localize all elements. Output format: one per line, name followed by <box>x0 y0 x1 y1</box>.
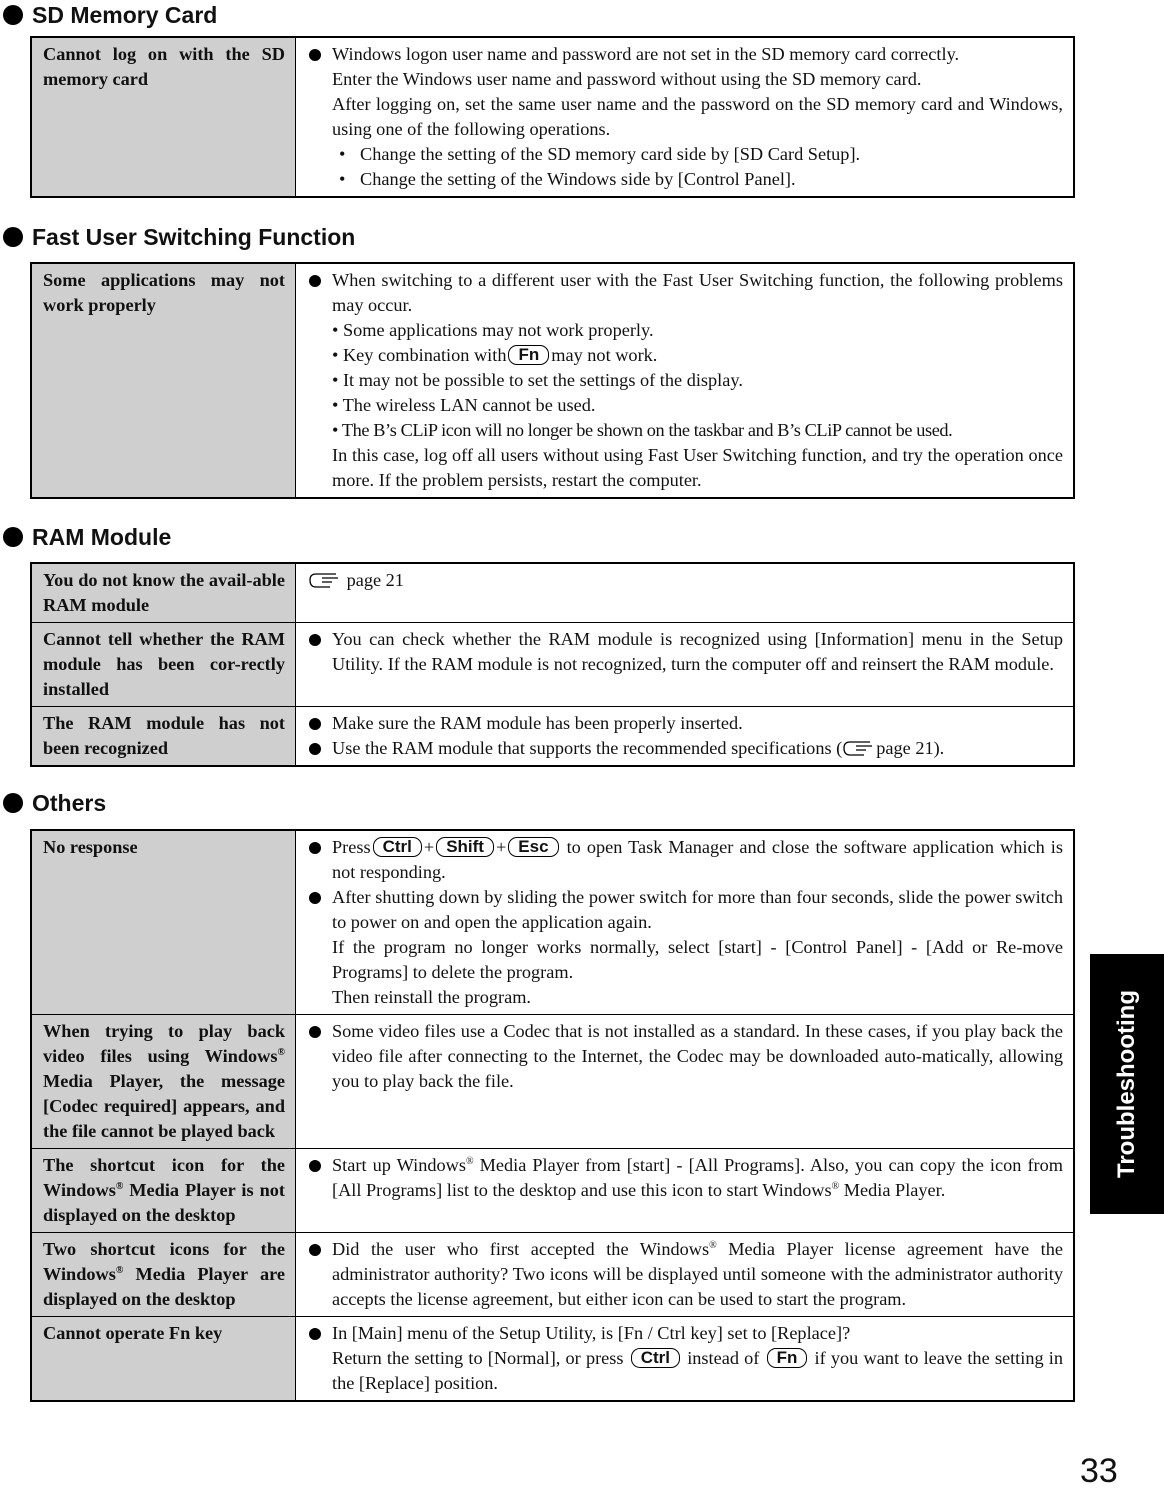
table-row: The RAM module has not been recognized M… <box>30 706 1075 767</box>
solution-cell: Did the user who first accepted the Wind… <box>295 1232 1075 1317</box>
fast-user-switching-table: Some applications may not work properly … <box>30 262 1075 499</box>
pointing-hand-icon <box>843 741 873 756</box>
table-row: Cannot operate Fn key In [Main] menu of … <box>30 1316 1075 1402</box>
section-title: Fast User Switching Function <box>0 222 1076 252</box>
table-row: Two shortcut icons for the Windows® Medi… <box>30 1232 1075 1317</box>
section-title: RAM Module <box>0 522 1076 552</box>
others-table: No response Press Ctrl + Shift + Esc to open … <box>30 829 1075 1402</box>
problem-cell: Cannot log on with the SD memory card <box>30 36 296 198</box>
fn-key-icon: Fn <box>508 345 550 365</box>
problem-cell: Cannot operate Fn key <box>30 1316 296 1402</box>
section-sd-memory-card: SD Memory Card <box>0 0 1076 30</box>
ram-module-table: You do not know the avail-able RAM modul… <box>30 562 1075 767</box>
table-row: Some applications may not work properly … <box>30 262 1075 499</box>
solution-cell: Start up Windows® Media Player from [sta… <box>295 1148 1075 1233</box>
solution-cell: In [Main] menu of the Setup Utility, is … <box>295 1316 1075 1402</box>
bullet-icon <box>309 275 321 287</box>
solution-cell: Some video files use a Codec that is not… <box>295 1014 1075 1149</box>
table-row: No response Press Ctrl + Shift + Esc to open … <box>30 829 1075 1015</box>
table-row: When trying to play back video files usi… <box>30 1014 1075 1149</box>
solution-cell: When switching to a different user with … <box>295 262 1075 499</box>
section-bullet-icon <box>3 527 23 547</box>
section-ram-module: RAM Module <box>0 522 1076 552</box>
shift-key-icon: Shift <box>436 837 494 857</box>
section-title: SD Memory Card <box>0 0 1076 30</box>
section-bullet-icon <box>3 227 23 247</box>
table-row: Cannot log on with the SD memory card Wi… <box>30 36 1075 198</box>
ctrl-key-icon: Ctrl <box>372 837 422 857</box>
bullet-icon <box>309 743 321 755</box>
problem-cell: Two shortcut icons for the Windows® Medi… <box>30 1232 296 1317</box>
problem-cell: When trying to play back video files usi… <box>30 1014 296 1149</box>
bullet-icon <box>309 892 321 904</box>
problem-cell: The RAM module has not been recognized <box>30 706 296 767</box>
solution-cell: Make sure the RAM module has been proper… <box>295 706 1075 767</box>
page-number: 33 <box>1080 1452 1118 1490</box>
problem-cell: Cannot tell whether the RAM module has b… <box>30 622 296 707</box>
side-tab-troubleshooting: Troubleshooting <box>1090 954 1164 1214</box>
problem-cell: No response <box>30 829 296 1015</box>
section-fast-user-switching: Fast User Switching Function <box>0 222 1076 252</box>
bullet-icon <box>309 634 321 646</box>
ctrl-key-icon: Ctrl <box>630 1348 680 1368</box>
problem-cell: Some applications may not work properly <box>30 262 296 499</box>
table-row: The shortcut icon for the Windows® Media… <box>30 1148 1075 1233</box>
section-others: Others <box>0 788 1076 818</box>
solution-cell: Windows logon user name and password are… <box>295 36 1075 198</box>
solution-cell: You can check whether the RAM module is … <box>295 622 1075 707</box>
table-row: You do not know the avail-able RAM modul… <box>30 562 1075 623</box>
bullet-icon <box>309 842 321 854</box>
solution-cell: Press Ctrl + Shift + Esc to open Task Manager… <box>295 829 1075 1015</box>
problem-cell: The shortcut icon for the Windows® Media… <box>30 1148 296 1233</box>
pointing-hand-icon <box>309 573 338 588</box>
page-reference-link[interactable]: page 21). <box>876 738 944 758</box>
bullet-icon <box>309 49 321 61</box>
page-reference-link[interactable]: page 21 <box>347 570 404 590</box>
fn-key-icon: Fn <box>766 1348 808 1368</box>
solution-cell: page 21 <box>295 562 1075 623</box>
esc-key-icon: Esc <box>508 837 559 857</box>
bullet-icon <box>309 1026 321 1038</box>
sd-memory-card-table: Cannot log on with the SD memory card Wi… <box>30 36 1075 198</box>
bullet-icon <box>309 718 321 730</box>
bullet-icon <box>309 1328 321 1340</box>
section-title: Others <box>0 788 1076 818</box>
section-bullet-icon <box>3 793 23 813</box>
bullet-icon <box>309 1244 321 1256</box>
problem-cell: You do not know the avail-able RAM modul… <box>30 562 296 623</box>
bullet-icon <box>309 1160 321 1172</box>
section-bullet-icon <box>3 5 23 25</box>
table-row: Cannot tell whether the RAM module has b… <box>30 622 1075 707</box>
